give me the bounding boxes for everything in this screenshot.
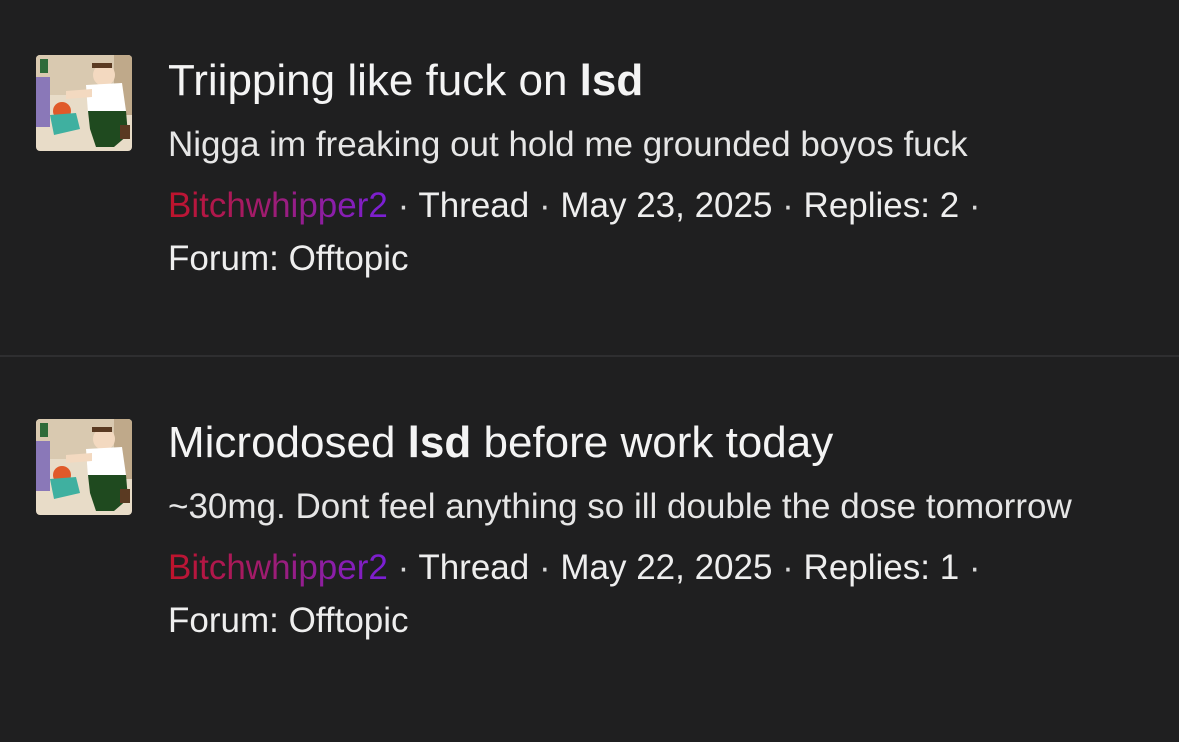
meta-separator: · (772, 186, 804, 225)
meta-separator: · (529, 186, 561, 225)
author-link[interactable]: Bitchwhipper2 (168, 548, 388, 587)
meta-separator: · (387, 186, 419, 225)
title-highlight: lsd (407, 418, 472, 467)
thread-meta: Bitchwhipper2 · Thread · May 22, 2025 · … (168, 541, 1159, 647)
search-result[interactable]: Triipping like fuck on lsd Nigga im frea… (0, 0, 1179, 355)
reply-count: Replies: 2 (803, 186, 960, 225)
title-text-after: before work today (471, 418, 834, 467)
avatar[interactable] (36, 419, 132, 515)
content-type: Thread (418, 186, 530, 225)
avatar-image (36, 55, 132, 151)
title-text: Triipping like fuck on (168, 56, 580, 105)
thread-title[interactable]: Microdosed lsd before work today (168, 415, 1159, 471)
avatar[interactable] (36, 55, 132, 151)
meta-separator: · (959, 186, 981, 225)
author-link[interactable]: Bitchwhipper2 (168, 186, 388, 225)
meta-separator: · (529, 548, 561, 587)
search-result[interactable]: Microdosed lsd before work today ~30mg. … (0, 357, 1179, 742)
title-text: Microdosed (168, 418, 408, 467)
forum-link[interactable]: Forum: Offtopic (168, 601, 409, 640)
thread-snippet: ~30mg. Dont feel anything so ill double … (168, 487, 1072, 526)
thread-title[interactable]: Triipping like fuck on lsd (168, 53, 1159, 109)
meta-separator: · (959, 548, 981, 587)
thread-meta: Bitchwhipper2 · Thread · May 23, 2025 · … (168, 179, 1159, 285)
meta-separator: · (387, 548, 419, 587)
reply-count: Replies: 1 (803, 548, 960, 587)
thread-snippet: Nigga im freaking out hold me grounded b… (168, 125, 968, 164)
meta-separator: · (772, 548, 804, 587)
forum-link[interactable]: Forum: Offtopic (168, 239, 409, 278)
title-highlight: lsd (579, 56, 644, 105)
post-date: May 23, 2025 (560, 186, 773, 225)
avatar-image (36, 419, 132, 515)
content-type: Thread (418, 548, 530, 587)
post-date: May 22, 2025 (560, 548, 773, 587)
